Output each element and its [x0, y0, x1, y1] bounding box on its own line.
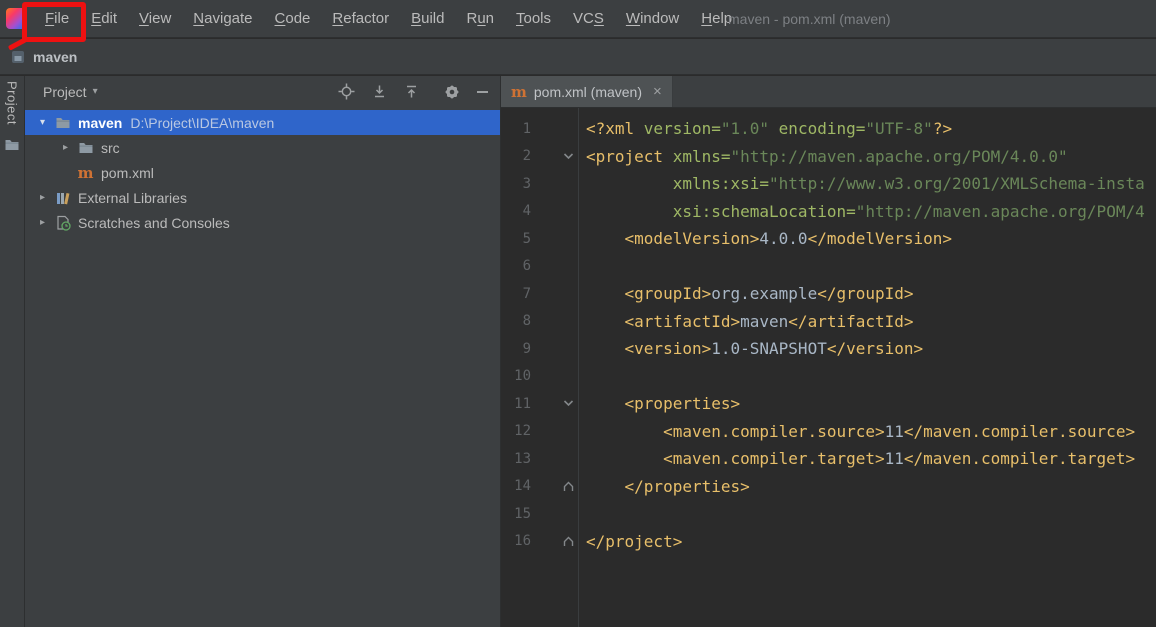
- tab-pom-xml[interactable]: m pom.xml (maven) ×: [501, 76, 673, 107]
- main-menu: File Edit View Navigate Code Refactor Build Run…: [34, 0, 743, 37]
- folder-icon: [52, 115, 73, 131]
- code-line-7[interactable]: <groupId>org.example</groupId>: [586, 280, 1156, 308]
- folder-icon[interactable]: [4, 137, 20, 153]
- menu-run[interactable]: Run: [455, 0, 505, 37]
- navigation-bar: maven: [0, 39, 1156, 75]
- line-number: 5: [522, 230, 531, 247]
- editor: m pom.xml (maven) × 1 2 3 4 5 6 7 8 9 10 11 12 13 14 1…: [501, 76, 1156, 627]
- code-line-2[interactable]: <project xmlns="http://maven.apache.org/…: [586, 143, 1156, 171]
- line-number: 9: [522, 340, 531, 357]
- close-icon[interactable]: ×: [653, 83, 662, 100]
- tree-item-pom-xml[interactable]: m pom.xml: [25, 160, 500, 185]
- main-area: Project Project ▾ ▾ maven D:\Project\IDEA\…: [0, 76, 1156, 627]
- scratch-icon: [52, 215, 73, 231]
- code-line-9[interactable]: <version>1.0-SNAPSHOT</version>: [586, 335, 1156, 363]
- locate-icon[interactable]: [338, 83, 355, 100]
- menu-refactor[interactable]: Refactor: [321, 0, 400, 37]
- code-line-8[interactable]: <artifactId>maven</artifactId>: [586, 308, 1156, 336]
- code-line-16[interactable]: </project>: [586, 528, 1156, 556]
- code-line-12[interactable]: <maven.compiler.source>11</maven.compile…: [586, 418, 1156, 446]
- tree-label: maven: [78, 114, 123, 131]
- line-number: 16: [514, 533, 531, 550]
- line-number: 10: [514, 368, 531, 385]
- maven-icon: m: [77, 163, 94, 182]
- tree-label: Scratches and Consoles: [78, 214, 230, 231]
- project-panel-toolbar: [338, 83, 488, 100]
- code-line-4[interactable]: xsi:schemaLocation="http://maven.apache.…: [586, 198, 1156, 226]
- code-line-11[interactable]: <properties>: [586, 390, 1156, 418]
- project-view-label: Project: [43, 83, 87, 100]
- tree-label: pom.xml: [101, 164, 154, 181]
- project-icon: [10, 49, 26, 65]
- line-number: 7: [522, 285, 531, 302]
- code-line-1[interactable]: <?xml version="1.0" encoding="UTF-8"?>: [586, 115, 1156, 143]
- tree-item-maven[interactable]: ▾ maven D:\Project\IDEA\maven: [25, 110, 500, 135]
- code-line-14[interactable]: </properties>: [586, 473, 1156, 501]
- tree-suffix: D:\Project\IDEA\maven: [130, 114, 275, 131]
- expand-all-icon[interactable]: [372, 84, 387, 99]
- line-number: 11: [514, 395, 531, 412]
- menu-window[interactable]: Window: [615, 0, 690, 37]
- chevron-down-icon[interactable]: ▾: [33, 117, 52, 128]
- menu-vcs[interactable]: VCS: [562, 0, 615, 37]
- line-number: 1: [522, 120, 531, 137]
- tree-item-scratches-and-consoles[interactable]: ▸ Scratches and Consoles: [25, 210, 500, 235]
- tree-label: External Libraries: [78, 189, 187, 206]
- code-line-5[interactable]: <modelVersion>4.0.0</modelVersion>: [586, 225, 1156, 253]
- menu-code[interactable]: Code: [264, 0, 322, 37]
- tool-window-stripe: Project: [0, 76, 25, 627]
- line-number: 6: [522, 258, 531, 275]
- line-number: 14: [514, 478, 531, 495]
- line-number: 2: [522, 148, 531, 165]
- tool-window-button-project[interactable]: Project: [5, 81, 20, 125]
- fold-end-icon[interactable]: [531, 535, 578, 548]
- project-view-selector[interactable]: Project ▾: [43, 84, 98, 100]
- tab-label: pom.xml (maven): [533, 83, 643, 100]
- hide-panel-icon[interactable]: [477, 90, 488, 93]
- folder-icon: [75, 140, 96, 156]
- line-number: 12: [514, 423, 531, 440]
- tree-item-external-libraries[interactable]: ▸ External Libraries: [25, 185, 500, 210]
- breadcrumb-project[interactable]: maven: [33, 49, 77, 65]
- chevron-right-icon[interactable]: ▸: [56, 142, 75, 153]
- annotation-red-box: [22, 2, 86, 42]
- line-number: 13: [514, 450, 531, 467]
- code-line-6[interactable]: [586, 253, 1156, 281]
- menu-edit[interactable]: Edit: [80, 0, 128, 37]
- chevron-right-icon[interactable]: ▸: [33, 217, 52, 228]
- fold-end-icon[interactable]: [531, 480, 578, 493]
- project-tree: ▾ maven D:\Project\IDEA\maven ▸ src m pom.xml ▸…: [25, 107, 500, 627]
- project-panel-header: Project ▾: [25, 76, 500, 107]
- collapse-all-icon[interactable]: [404, 84, 419, 99]
- code-line-15[interactable]: [586, 500, 1156, 528]
- window-title: maven - pom.xml (maven): [728, 11, 891, 27]
- line-number: 3: [522, 175, 531, 192]
- library-icon: [52, 190, 73, 206]
- menu-build[interactable]: Build: [400, 0, 455, 37]
- tree-label: src: [101, 139, 120, 156]
- chevron-down-icon: ▾: [92, 86, 98, 97]
- fold-open-icon[interactable]: [531, 397, 578, 410]
- code-area: 1 2 3 4 5 6 7 8 9 10 11 12 13 14 15 16 <?xml version="1…: [501, 108, 1156, 627]
- code-line-10[interactable]: [586, 363, 1156, 391]
- tree-item-src[interactable]: ▸ src: [25, 135, 500, 160]
- menu-navigate[interactable]: Navigate: [182, 0, 263, 37]
- gear-icon[interactable]: [444, 84, 460, 100]
- editor-content[interactable]: <?xml version="1.0" encoding="UTF-8"?> <p…: [579, 108, 1156, 627]
- code-line-3[interactable]: xmlns:xsi="http://www.w3.org/2001/XMLSch…: [586, 170, 1156, 198]
- fold-open-icon[interactable]: [531, 150, 578, 163]
- code-line-13[interactable]: <maven.compiler.target>11</maven.compile…: [586, 445, 1156, 473]
- project-panel: Project ▾ ▾ maven D:\Project\IDEA\maven ▸ sr…: [25, 76, 501, 627]
- line-number: 8: [522, 313, 531, 330]
- editor-gutter: 1 2 3 4 5 6 7 8 9 10 11 12 13 14 15 16: [501, 108, 579, 627]
- editor-tabbar: m pom.xml (maven) ×: [501, 76, 1156, 108]
- menu-bar: File Edit View Navigate Code Refactor Build Run…: [0, 0, 1156, 38]
- menu-view[interactable]: View: [128, 0, 182, 37]
- maven-icon: m: [511, 82, 527, 101]
- chevron-right-icon[interactable]: ▸: [33, 192, 52, 203]
- line-number: 4: [522, 203, 531, 220]
- line-number: 15: [514, 505, 531, 522]
- menu-tools[interactable]: Tools: [505, 0, 562, 37]
